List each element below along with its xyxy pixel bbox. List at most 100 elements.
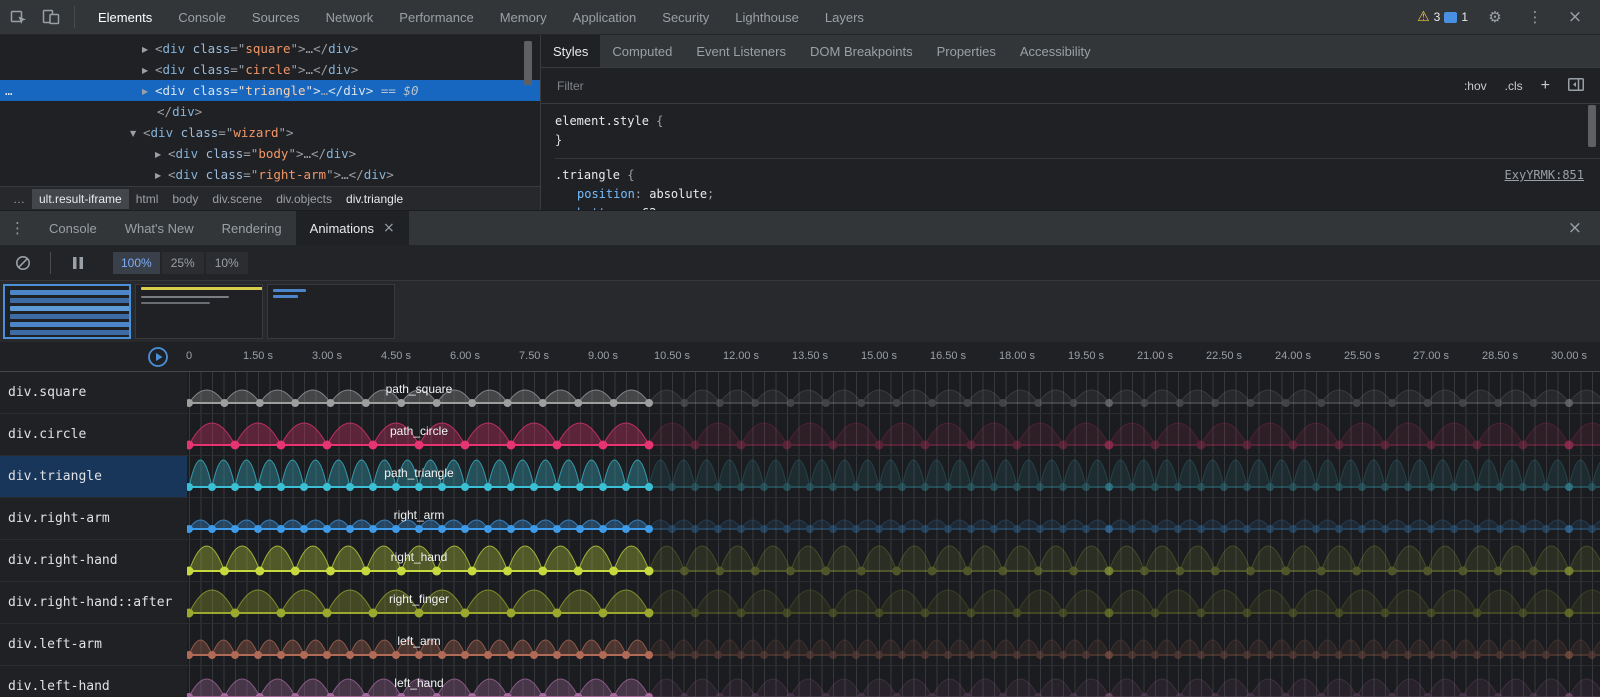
clear-all-icon[interactable] [10,250,36,276]
breadcrumb-item[interactable]: div.triangle [339,189,410,209]
scrollbar-thumb[interactable] [524,41,532,85]
track-timeline[interactable]: path_circle [187,414,1600,455]
breadcrumb-item[interactable]: div.scene [205,189,269,209]
tree-node[interactable]: ▶<div class="body">…</div> [0,143,540,164]
track-timeline[interactable]: path_triangle [187,456,1600,497]
new-style-rule-button[interactable]: + [1541,78,1550,94]
css-property[interactable]: position: absolute; [555,185,1600,204]
rule-selector[interactable]: .triangle { [555,166,1600,185]
breadcrumb-item[interactable]: body [165,189,205,209]
keyframes-canvas[interactable]: right_arm [187,498,1600,539]
preview-stripe [10,290,131,295]
track-selector-div-triangle[interactable]: div.triangle [0,456,187,497]
twisty-icon[interactable]: ▶ [155,165,168,186]
twisty-icon[interactable]: ▼ [130,123,143,144]
pause-button[interactable] [65,250,91,276]
track-selector-div-square[interactable]: div.square [0,372,187,413]
tab-performance[interactable]: Performance [386,0,486,34]
drawer-tab-animations[interactable]: Animations× [296,211,409,245]
track-selector-div-circle[interactable]: div.circle [0,414,187,455]
class-toggle[interactable]: .cls [1505,79,1523,93]
track-timeline[interactable]: path_square [187,372,1600,413]
track-timeline[interactable]: left_arm [187,624,1600,665]
close-tab-icon[interactable]: × [383,220,395,236]
playback-rate-10[interactable]: 10% [206,252,248,274]
track-selector-div-right-arm[interactable]: div.right-arm [0,498,187,539]
tab-lighthouse[interactable]: Lighthouse [722,0,812,34]
time-label: 24.00 s [1275,350,1311,362]
tab-accessibility[interactable]: Accessibility [1008,35,1103,67]
drawer-kebab-icon[interactable]: ⋮ [0,219,35,237]
toggle-sidebar-icon[interactable] [1568,78,1584,94]
device-toolbar-icon[interactable] [38,4,64,30]
pseudo-state-toggle[interactable]: :hov [1464,79,1487,93]
drawer-tab-rendering[interactable]: Rendering [208,211,296,245]
elements-scrollbar[interactable] [522,37,533,185]
twisty-icon[interactable]: ▶ [142,39,155,60]
tab-memory[interactable]: Memory [487,0,560,34]
styles-filter-input[interactable] [557,79,857,93]
twisty-icon[interactable]: ▶ [142,60,155,81]
tab-network[interactable]: Network [313,0,387,34]
animation-group-preview[interactable] [267,284,395,339]
tree-node[interactable]: </div> [0,101,540,122]
tab-application[interactable]: Application [560,0,650,34]
twisty-icon[interactable]: ▶ [142,81,155,102]
track-selector-div-right-hand[interactable]: div.right-hand [0,540,187,581]
track-timeline[interactable]: right_finger [187,582,1600,623]
playback-rate-100[interactable]: 100% [113,252,160,274]
rule-selector[interactable]: element.style { [555,112,1600,131]
styles-scrollbar[interactable] [1588,105,1597,205]
drawer-tab-label: Console [49,221,97,236]
more-options-kebab-icon[interactable]: ⋮ [1522,4,1548,30]
tab-security[interactable]: Security [649,0,722,34]
close-devtools-icon[interactable]: × [1562,4,1588,30]
inspect-element-icon[interactable] [6,4,32,30]
drawer-tab-console[interactable]: Console [35,211,111,245]
replay-button[interactable] [147,346,169,368]
tab-styles[interactable]: Styles [541,35,600,67]
tab-console[interactable]: Console [165,0,239,34]
animation-group-preview[interactable] [3,284,131,339]
track-timeline[interactable]: right_arm [187,498,1600,539]
drawer-tab-what-s-new[interactable]: What's New [111,211,208,245]
breadcrumb-item[interactable]: ult.result-iframe [32,189,129,209]
animation-group-preview[interactable] [135,284,263,339]
tree-node[interactable]: ▶<div class="circle">…</div> [0,59,540,80]
track-selector-div-left-hand[interactable]: div.left-hand [0,666,187,697]
keyframes-canvas[interactable]: left_hand [187,666,1600,697]
breadcrumb-item[interactable]: … [6,189,32,209]
close-drawer-icon[interactable]: × [1550,218,1600,238]
keyframes-canvas[interactable]: path_square [187,372,1600,413]
tree-node[interactable]: ▶<div class="right-arm">…</div> [0,164,540,185]
track-selector-div-right-hand-after[interactable]: div.right-hand::after [0,582,187,623]
keyframes-canvas[interactable]: left_arm [187,624,1600,665]
settings-gear-icon[interactable]: ⚙ [1482,4,1508,30]
tree-node[interactable]: ▼<div class="wizard"> [0,122,540,143]
track-timeline[interactable]: left_hand [187,666,1600,697]
breadcrumb-item[interactable]: html [129,189,166,209]
playback-rate-25[interactable]: 25% [162,252,204,274]
keyframes-canvas[interactable]: path_triangle [187,456,1600,497]
tree-node[interactable]: ▶<div class="square">…</div> [0,38,540,59]
tree-node[interactable]: …▶<div class="triangle">…</div> == $0 [0,80,540,101]
breadcrumb-item[interactable]: div.objects [269,189,339,209]
twisty-icon[interactable]: ▶ [155,144,168,165]
tab-properties[interactable]: Properties [925,35,1008,67]
track-selector-div-left-arm[interactable]: div.left-arm [0,624,187,665]
tab-layers[interactable]: Layers [812,0,877,34]
scrollbar-thumb[interactable] [1588,105,1596,147]
tab-event-listeners[interactable]: Event Listeners [684,35,798,67]
track-row: div.right-hand::afterright_finger [0,582,1600,624]
tab-dom-breakpoints[interactable]: DOM Breakpoints [798,35,925,67]
keyframes-canvas[interactable]: path_circle [187,414,1600,455]
overflow-gutter-icon[interactable]: … [5,80,14,101]
keyframes-canvas[interactable]: right_hand [187,540,1600,581]
keyframes-canvas[interactable]: right_finger [187,582,1600,623]
tab-sources[interactable]: Sources [239,0,313,34]
stylesheet-link[interactable]: ExyYRMK:851 [1505,166,1584,185]
warnings-badge[interactable]: ⚠ 3 1 [1417,9,1468,25]
tab-elements[interactable]: Elements [85,0,165,34]
tab-computed[interactable]: Computed [600,35,684,67]
track-timeline[interactable]: right_hand [187,540,1600,581]
